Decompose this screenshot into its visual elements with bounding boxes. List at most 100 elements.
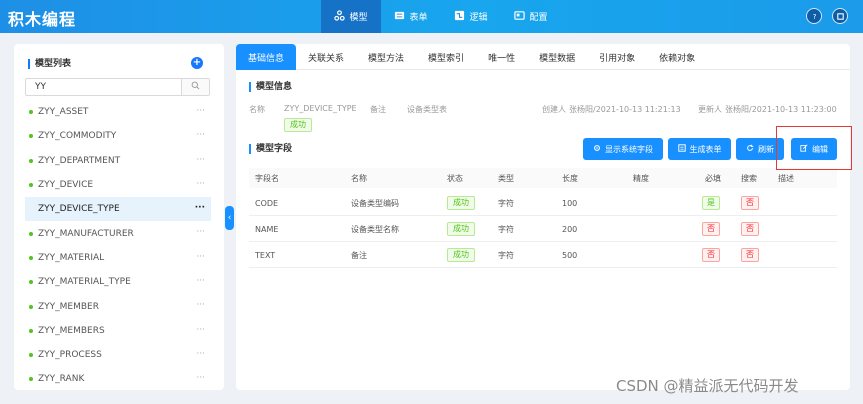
tab-indexes[interactable]: 模型索引 [416,44,476,70]
status-badge: 成功 [447,222,475,236]
field-label: 设备类型名称 [351,224,399,234]
more-icon[interactable]: ··· [196,276,205,286]
more-icon[interactable]: ··· [196,106,205,116]
model-name: ZYY_DEVICE_TYPE [38,204,120,215]
model-info-title: 模型信息 [249,82,292,92]
more-icon[interactable]: ··· [196,155,205,165]
model-list-item-selected[interactable]: ZYY_DEVICE_TYPE ··· [25,197,211,222]
search-badge: 否 [741,222,759,236]
tab-model-data[interactable]: 模型数据 [527,44,587,70]
chevron-left-icon: ‹ [227,213,232,223]
nav-item-label: 配置 [529,13,548,23]
field-label: 设备类型编码 [351,198,399,208]
model-status: 成功 [284,118,312,132]
updater-value: 张杨阳/2021-10-13 11:23:00 [725,105,837,114]
more-icon[interactable]: ··· [196,227,205,237]
table-row[interactable]: TEXT 备注 成功 字符 500 否 否 [249,242,837,268]
model-name: ZYY_RANK [38,374,85,385]
nav-item-config[interactable]: 配置 [501,0,561,33]
model-name: ZYY_MATERIAL [38,252,105,263]
more-icon[interactable]: ··· [196,373,205,383]
fullscreen-icon[interactable] [832,8,848,24]
model-list-item[interactable]: ZYY_RANK ··· [25,367,211,391]
refresh-icon [746,144,754,154]
model-name: ZYY_MEMBER [38,301,99,312]
tab-basic-info[interactable]: 基础信息 [236,44,297,70]
detail-tabs: 基础信息 关联关系 模型方法 模型索引 唯一性 模型数据 引用对象 依赖对象 [236,44,850,70]
status-dot [29,255,33,260]
tab-referenced-by[interactable]: 引用对象 [587,44,647,70]
model-list-item[interactable]: ZYY_DEVICE ··· [25,173,211,197]
column-header: 必填 [705,173,721,183]
status-dot [29,377,33,382]
tab-unique[interactable]: 唯一性 [476,44,527,70]
model-search-input[interactable] [26,79,181,95]
status-badge: 成功 [447,248,475,262]
tab-dependencies[interactable]: 依赖对象 [647,44,707,70]
help-icon[interactable]: ? [806,8,822,24]
field-status: 成功 [447,242,475,268]
more-icon[interactable]: ··· [196,349,205,359]
model-list-title: 模型列表 [28,59,71,69]
model-list: ZYY_ASSET ··· ZYY_COMMODITY ··· ZYY_DEPART… [25,100,211,392]
field-required: 是 [702,190,720,216]
field-required: 否 [702,242,720,268]
column-header: 精度 [633,173,649,183]
show-system-fields-label: 显示系统字段 [605,144,653,154]
refresh-label: 刷新 [758,144,774,154]
field-status: 成功 [447,190,475,216]
top-bar: 积木编程 模型 表单 逻辑 配置 ? [0,0,863,33]
fields-table-header: 字段名 名称 状态 类型 长度 精度 必填 搜索 描述 [249,168,837,188]
field-name: NAME [255,224,279,234]
model-list-item[interactable]: ZYY_DEPARTMENT ··· [25,149,211,173]
more-icon[interactable]: ··· [196,179,205,189]
column-header: 字段名 [255,173,279,183]
search-icon [191,81,200,93]
table-row[interactable]: CODE 设备类型编码 成功 字符 100 是 否 [249,190,837,216]
model-name: ZYY_DEVICE [38,180,94,191]
generate-form-button[interactable]: 生成表单 [668,138,731,160]
search-button[interactable] [181,79,209,95]
model-list-item[interactable]: ZYY_MATERIAL_TYPE ··· [25,270,211,294]
tab-methods[interactable]: 模型方法 [356,44,416,70]
model-list-item[interactable]: ZYY_MATERIAL ··· [25,246,211,270]
required-badge: 否 [702,248,720,262]
svg-text:?: ? [812,12,816,21]
more-icon[interactable]: ··· [196,130,205,140]
field-type: 字符 [498,224,514,234]
column-header: 长度 [562,173,578,183]
show-system-fields-button[interactable]: 显示系统字段 [583,138,663,160]
search-badge: 否 [741,196,759,210]
main-nav: 模型 表单 逻辑 配置 [321,0,561,33]
collapse-sidebar-button[interactable]: ‹ [225,206,234,230]
model-list-panel: 模型列表 + ZYY_ASSET ··· ZYY_COMMODITY ··· ZYY… [14,44,224,390]
column-header: 类型 [498,173,514,183]
nav-item-logic[interactable]: 逻辑 [441,0,501,33]
more-icon[interactable]: ··· [196,300,205,310]
model-list-item[interactable]: ZYY_ASSET ··· [25,100,211,124]
nav-item-model[interactable]: 模型 [321,0,381,33]
more-icon[interactable]: ··· [196,252,205,262]
model-list-item[interactable]: ZYY_COMMODITY ··· [25,124,211,148]
column-header: 状态 [447,173,463,183]
model-list-item[interactable]: ZYY_MEMBER ··· [25,294,211,318]
tab-relations[interactable]: 关联关系 [296,44,356,70]
required-badge: 否 [702,222,720,236]
updater-label: 更新人 [698,105,722,114]
status-dot [29,328,33,333]
field-required: 否 [702,216,720,242]
logic-icon [454,10,465,24]
model-name: ZYY_PROCESS [38,350,102,361]
remark-value: 设备类型表 [407,105,447,114]
model-list-item[interactable]: ZYY_PROCESS ··· [25,343,211,367]
nav-item-form[interactable]: 表单 [381,0,441,33]
field-search: 否 [741,190,759,216]
more-icon[interactable]: ··· [196,325,205,335]
field-status: 成功 [447,216,475,242]
add-model-button[interactable]: + [191,57,203,69]
column-header: 搜索 [741,173,757,183]
more-icon[interactable]: ··· [195,203,205,213]
model-list-item[interactable]: ZYY_MEMBERS ··· [25,319,211,343]
table-row[interactable]: NAME 设备类型名称 成功 字符 200 否 否 [249,216,837,242]
model-list-item[interactable]: ZYY_MANUFACTURER ··· [25,221,211,245]
